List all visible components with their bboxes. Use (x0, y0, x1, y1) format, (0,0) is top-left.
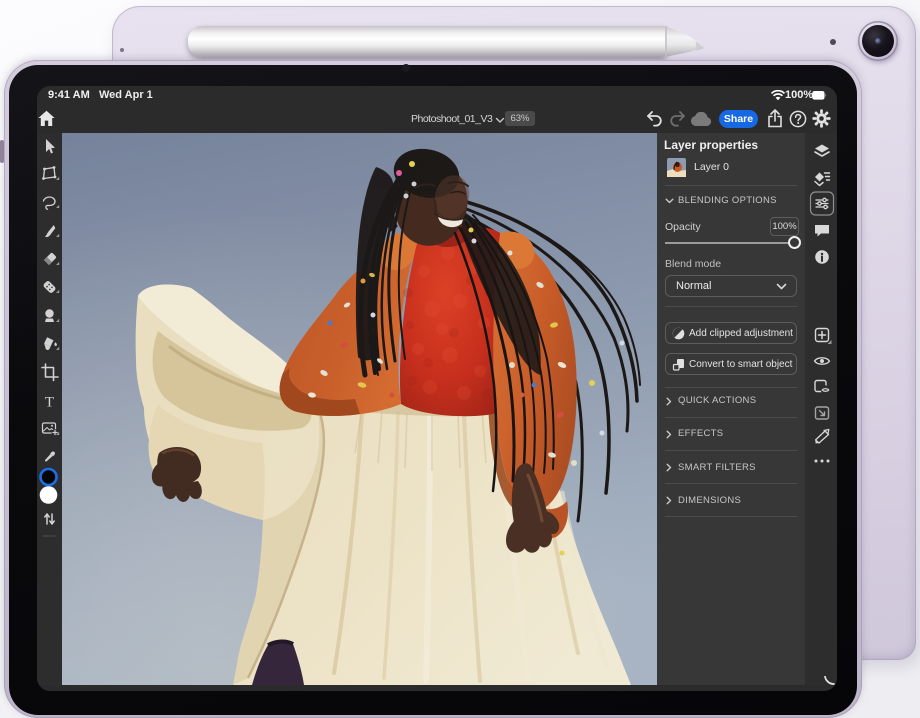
svg-text:T: T (45, 395, 54, 411)
